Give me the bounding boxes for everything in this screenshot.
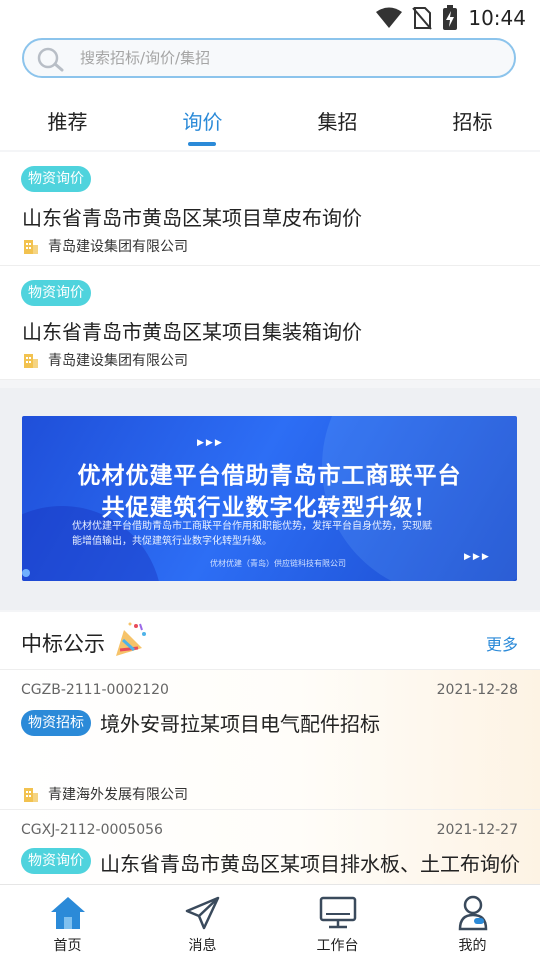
- clock: 10:44: [468, 6, 526, 30]
- tab-collective[interactable]: 集招: [270, 86, 405, 150]
- list-item[interactable]: 物资询价 山东省青岛市黄岛区某项目集装箱询价 青岛建设集团有限公司: [0, 266, 540, 380]
- nav-workbench[interactable]: 工作台: [270, 885, 405, 960]
- type-badge: 物资招标: [21, 710, 91, 736]
- award-section: 中标公示 更多 CGZB-2111-0002120 2021-12-28 物资招…: [0, 612, 540, 884]
- nav-messages[interactable]: 消息: [135, 885, 270, 960]
- nav-label: 消息: [188, 938, 217, 954]
- award-item[interactable]: CGZB-2111-0002120 2021-12-28 物资招标 境外安哥拉某…: [0, 670, 540, 810]
- tab-recommend[interactable]: 推荐: [0, 86, 135, 150]
- company-name: 青岛建设集团有限公司: [48, 239, 188, 255]
- award-date: 2021-12-28: [436, 682, 518, 698]
- company-row: 青岛建设集团有限公司: [22, 236, 188, 256]
- nav-label: 工作台: [316, 938, 359, 954]
- item-title: 山东省青岛市黄岛区某项目集装箱询价: [22, 320, 362, 344]
- paper-plane-icon: [185, 896, 219, 930]
- nav-label: 我的: [458, 938, 487, 954]
- nav-profile[interactable]: 我的: [405, 885, 540, 960]
- arrows-icon: ▶▶▶: [464, 552, 491, 562]
- type-badge: 物资询价: [21, 848, 91, 874]
- award-title: 山东省青岛市黄岛区某项目排水板、土工布询价: [100, 852, 520, 876]
- type-badge: 物资询价: [21, 166, 91, 192]
- company-row: 青岛建设集团有限公司: [22, 350, 188, 370]
- banner-description: 优材优建平台借助青岛市工商联平台作用和职能优势，发挥平台自身优势，实现赋能增值输…: [72, 521, 432, 547]
- more-link[interactable]: 更多: [486, 631, 518, 655]
- wifi-icon: [376, 7, 403, 28]
- tab-inquiry[interactable]: 询价: [135, 86, 270, 150]
- building-icon: [24, 354, 38, 368]
- company-row: 青建海外发展有限公司: [22, 784, 188, 804]
- banner-section: ▶▶▶ ▶▶▶ 优材优建平台借助青岛市工商联平台 共促建筑行业数字化转型升级！ …: [0, 388, 540, 610]
- tab-tender[interactable]: 招标: [405, 86, 540, 150]
- category-tabs: 推荐 询价 集招 招标: [0, 86, 540, 150]
- award-title: 境外安哥拉某项目电气配件招标: [100, 712, 380, 736]
- inquiry-list: 物资询价 山东省青岛市黄岛区某项目草皮布询价 青岛建设集团有限公司 物资询价 山…: [0, 152, 540, 380]
- monitor-icon: [319, 896, 356, 929]
- status-icons: 10:44: [376, 4, 526, 32]
- banner-footer: 优材优建（青岛）供应链科技有限公司: [210, 559, 346, 568]
- building-icon: [24, 788, 38, 802]
- award-code: CGXJ-2112-0005056: [21, 822, 163, 838]
- bottom-nav: 首页 消息 工作台 我的: [0, 884, 540, 960]
- search-input[interactable]: [80, 40, 500, 76]
- arrows-icon: ▶▶▶: [197, 438, 224, 448]
- banner-subheadline: 共促建筑行业数字化转型升级！: [101, 495, 438, 521]
- building-icon: [24, 240, 38, 254]
- search-bar: [0, 36, 540, 86]
- list-item[interactable]: 物资询价 山东省青岛市黄岛区某项目草皮布询价 青岛建设集团有限公司: [0, 152, 540, 266]
- nav-label: 首页: [53, 938, 82, 954]
- type-badge: 物资询价: [21, 280, 91, 306]
- item-title: 山东省青岛市黄岛区某项目草皮布询价: [22, 206, 362, 230]
- company-name: 青建海外发展有限公司: [48, 787, 188, 803]
- company-name: 青岛建设集团有限公司: [48, 353, 188, 369]
- award-date: 2021-12-27: [436, 822, 518, 838]
- status-bar: 10:44: [0, 0, 540, 36]
- award-item[interactable]: CGXJ-2112-0005056 2021-12-27 物资询价 山东省青岛市…: [0, 810, 540, 884]
- user-icon: [458, 895, 487, 931]
- banner-headline: 优材优建平台借助青岛市工商联平台: [77, 463, 462, 489]
- carousel-indicator[interactable]: [22, 569, 30, 577]
- section-header: 中标公示 更多: [0, 612, 540, 670]
- section-title: 中标公示: [21, 632, 105, 656]
- no-sim-icon: [412, 7, 433, 30]
- home-icon: [50, 897, 85, 929]
- party-popper-icon: [116, 622, 146, 656]
- nav-home[interactable]: 首页: [0, 885, 135, 960]
- battery-charging-icon: [443, 5, 458, 30]
- search-box[interactable]: [22, 38, 516, 78]
- search-icon: [37, 47, 64, 72]
- promo-banner[interactable]: ▶▶▶ ▶▶▶ 优材优建平台借助青岛市工商联平台 共促建筑行业数字化转型升级！ …: [22, 416, 517, 581]
- award-code: CGZB-2111-0002120: [21, 682, 169, 698]
